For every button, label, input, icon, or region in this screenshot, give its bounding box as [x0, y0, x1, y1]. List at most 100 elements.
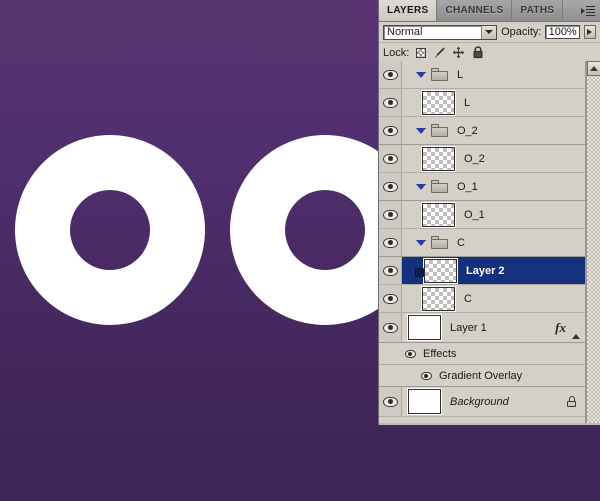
folder-icon: [431, 68, 448, 81]
layer-name: Layer 1: [450, 321, 487, 334]
blend-opacity-row: Normal Opacity: 100%: [379, 22, 600, 43]
eye-icon: [382, 265, 398, 276]
chevron-down-icon: [416, 183, 426, 190]
effects-label: Effects: [423, 347, 457, 360]
layer-name: O_2: [457, 124, 478, 137]
layer-name: O_1: [457, 180, 478, 193]
layer-name: O_2: [464, 152, 485, 165]
layer-name: C: [457, 236, 465, 249]
visibility-toggle-background[interactable]: [379, 387, 402, 416]
disclosure-triangle-group-C[interactable]: [413, 239, 429, 246]
eye-icon: [382, 125, 398, 136]
eye-icon: [382, 209, 398, 220]
lock-row: Lock:: [379, 43, 600, 63]
panel-bottom-edge: [379, 423, 600, 425]
layer-name: L: [464, 96, 471, 109]
folder-icon: [431, 180, 448, 193]
eye-icon: [382, 69, 398, 80]
visibility-toggle-layer-1[interactable]: [379, 313, 402, 342]
layer-name: Layer 2: [466, 264, 505, 277]
tab-channels-label: CHANNELS: [445, 5, 504, 16]
checkerboard-icon[interactable]: [413, 46, 428, 60]
visibility-toggle-layer-2[interactable]: [379, 257, 402, 284]
tab-layers[interactable]: LAYERS: [379, 0, 438, 21]
visibility-toggle-gradient-overlay[interactable]: [417, 371, 435, 380]
opacity-label: Opacity:: [501, 26, 542, 38]
layer-thumbnail[interactable]: [422, 202, 455, 227]
folder-icon: [431, 124, 448, 137]
layer-list-container: L L O_2 O_2 O_1 O_1 C Layer 2 C Layer 1 …: [379, 61, 600, 423]
layer-row-background[interactable]: Background: [379, 387, 585, 417]
eye-icon: [382, 293, 398, 304]
layer-row-group-O_1[interactable]: O_1: [379, 173, 585, 201]
panel-menu-icon[interactable]: [581, 5, 595, 16]
visibility-toggle-group-C[interactable]: [379, 229, 402, 256]
visibility-toggle-O_1[interactable]: [379, 201, 402, 228]
blend-mode-chevron-down-icon[interactable]: [481, 25, 497, 39]
tab-channels[interactable]: CHANNELS: [437, 0, 513, 21]
tab-layers-label: LAYERS: [387, 5, 429, 16]
disclosure-triangle-group-O_2[interactable]: [413, 127, 429, 134]
layer-row-group-O_2[interactable]: O_2: [379, 117, 585, 145]
layer-list[interactable]: L L O_2 O_2 O_1 O_1 C Layer 2 C Layer 1 …: [379, 61, 586, 423]
blend-mode-select[interactable]: Normal: [383, 24, 498, 40]
folder-icon: [431, 236, 448, 249]
layer-row-L[interactable]: L: [379, 89, 585, 117]
opacity-chevron-right-icon[interactable]: [583, 25, 596, 39]
visibility-toggle-L[interactable]: [379, 89, 402, 116]
layer-thumbnail[interactable]: [424, 258, 457, 283]
eye-icon: [420, 371, 432, 380]
layer-row-C[interactable]: C: [379, 285, 585, 313]
layer-row-group-L[interactable]: L: [379, 61, 585, 89]
layer-row-layer-1[interactable]: Layer 1 fx: [379, 313, 585, 343]
layer-row-group-C[interactable]: C: [379, 229, 585, 257]
chevron-down-icon: [416, 239, 426, 246]
layer-list-scrollbar[interactable]: [586, 61, 600, 423]
layer-thumbnail[interactable]: [422, 146, 455, 171]
layer-thumbnail[interactable]: [422, 286, 455, 311]
visibility-toggle-O_2[interactable]: [379, 145, 402, 172]
effects-expand-triangle-icon[interactable]: [572, 321, 580, 339]
layer-thumbnail[interactable]: [408, 315, 441, 340]
blend-mode-value: Normal: [387, 26, 423, 38]
visibility-toggle-group-O_1[interactable]: [379, 173, 402, 200]
eye-icon: [382, 237, 398, 248]
visibility-toggle-group-L[interactable]: [379, 61, 402, 88]
layer-row-layer-2[interactable]: Layer 2: [379, 257, 585, 285]
layer-row-O_2[interactable]: O_2: [379, 145, 585, 173]
effects-header-row[interactable]: Effects: [379, 343, 585, 365]
eye-icon: [382, 181, 398, 192]
layer-thumbnail[interactable]: [408, 389, 441, 414]
photoshop-window: LAYERS CHANNELS PATHS Normal Opacity: 10…: [0, 0, 600, 501]
mask-link-icon[interactable]: [414, 264, 424, 278]
brush-icon[interactable]: [432, 46, 447, 60]
move-icon[interactable]: [451, 46, 466, 60]
layers-panel: LAYERS CHANNELS PATHS Normal Opacity: 10…: [378, 0, 600, 425]
eye-icon: [382, 322, 398, 333]
effect-row-gradient-overlay[interactable]: Gradient Overlay: [379, 365, 585, 387]
fx-icon[interactable]: fx: [555, 320, 566, 336]
effect-label: Gradient Overlay: [439, 369, 523, 382]
layer-name: Background: [450, 395, 509, 408]
layer-name: C: [464, 292, 472, 305]
disclosure-triangle-group-O_1[interactable]: [413, 183, 429, 190]
tab-paths-label: PATHS: [520, 5, 555, 16]
layer-thumbnail[interactable]: [422, 90, 455, 115]
eye-icon: [382, 97, 398, 108]
eye-icon: [382, 153, 398, 164]
visibility-toggle-effects[interactable]: [401, 349, 419, 358]
visibility-toggle-C[interactable]: [379, 285, 402, 312]
lock-icon[interactable]: [470, 46, 485, 60]
locked-lock-icon: [567, 396, 576, 407]
layer-name: L: [457, 68, 464, 81]
eye-icon: [382, 396, 398, 407]
scroll-up-arrow-icon[interactable]: [587, 61, 600, 76]
lock-label: Lock:: [383, 46, 410, 59]
layer-row-O_1[interactable]: O_1: [379, 201, 585, 229]
opacity-input[interactable]: 100%: [545, 25, 580, 39]
tab-paths[interactable]: PATHS: [512, 0, 564, 21]
eye-icon: [404, 349, 416, 358]
visibility-toggle-group-O_2[interactable]: [379, 117, 402, 144]
panel-tab-strip: LAYERS CHANNELS PATHS: [379, 0, 600, 22]
disclosure-triangle-group-L[interactable]: [413, 71, 429, 78]
